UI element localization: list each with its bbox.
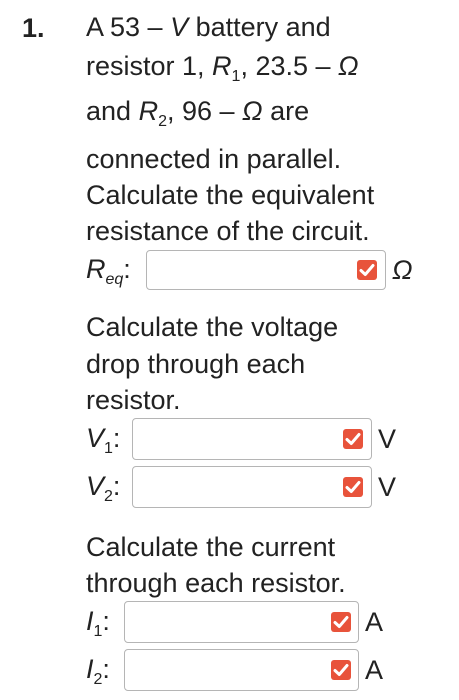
voltage-prompt-line-3: resistor. — [86, 385, 181, 415]
i2-input[interactable] — [124, 649, 359, 691]
q-sub: 2 — [158, 113, 167, 130]
v2-var: V — [86, 471, 105, 501]
i2-colon: : — [102, 654, 110, 684]
v1-var: V — [86, 423, 105, 453]
checkmark-icon — [343, 477, 363, 497]
i1-var: I — [86, 606, 94, 636]
q-unit: Ω — [242, 96, 263, 126]
req-sub: eq — [105, 271, 124, 288]
q-text: battery and — [188, 12, 331, 42]
v1-input[interactable] — [132, 418, 372, 460]
q-var-r2: R — [138, 96, 159, 126]
question-line-3: and R2, 96 – Ω are — [86, 94, 310, 130]
v2-colon: : — [112, 471, 121, 501]
q-text: are — [262, 96, 310, 126]
q-text: resistor 1, — [86, 51, 213, 81]
question-line-1: A 53 – V battery and — [86, 10, 331, 44]
checkmark-icon — [331, 612, 351, 632]
question-line-2: resistor 1, R1, 23.5 – Ω — [86, 49, 359, 85]
current-prompt-line-2: through each resistor. — [86, 568, 346, 598]
v2-label: V2: — [86, 471, 121, 505]
question-line-5: Calculate the equivalent — [86, 180, 375, 210]
q-text: , 96 – — [166, 96, 243, 126]
q-var-r1: R — [212, 51, 232, 81]
i1-unit: A — [365, 607, 384, 637]
v1-label: V1: — [86, 423, 121, 457]
i1-label: I1: — [86, 606, 110, 640]
q-text: , 23.5 – — [240, 51, 339, 81]
req-var: R — [86, 254, 106, 284]
question-line-6: resistance of the circuit. — [86, 216, 370, 246]
v2-sub: 2 — [104, 488, 113, 505]
voltage-prompt-line-2: drop through each — [86, 349, 306, 379]
v1-colon: : — [112, 423, 121, 453]
checkmark-icon — [331, 660, 351, 680]
i2-unit: A — [365, 655, 384, 685]
i2-var: I — [86, 654, 94, 684]
req-unit: Ω — [392, 255, 413, 285]
v1-unit: V — [378, 424, 397, 454]
checkmark-icon — [357, 260, 377, 280]
question-line-4: connected in parallel. — [86, 144, 342, 174]
q-text: and — [86, 96, 139, 126]
voltage-prompt-line-1: Calculate the voltage — [86, 312, 339, 342]
req-colon: : — [123, 254, 131, 284]
req-input[interactable] — [146, 250, 386, 290]
i1-input[interactable] — [124, 601, 359, 643]
req-label: Req: — [86, 254, 131, 288]
i1-colon: : — [102, 606, 110, 636]
question-number: 1. — [22, 13, 45, 43]
checkmark-icon — [343, 429, 363, 449]
v2-input[interactable] — [132, 466, 372, 508]
q-unit: Ω — [338, 51, 359, 81]
i2-label: I2: — [86, 654, 110, 688]
v1-sub: 1 — [104, 440, 113, 457]
q-text: A 53 – — [86, 12, 171, 42]
v2-unit: V — [378, 472, 397, 502]
q-var-v: V — [170, 12, 189, 42]
current-prompt-line-1: Calculate the current — [86, 532, 336, 562]
